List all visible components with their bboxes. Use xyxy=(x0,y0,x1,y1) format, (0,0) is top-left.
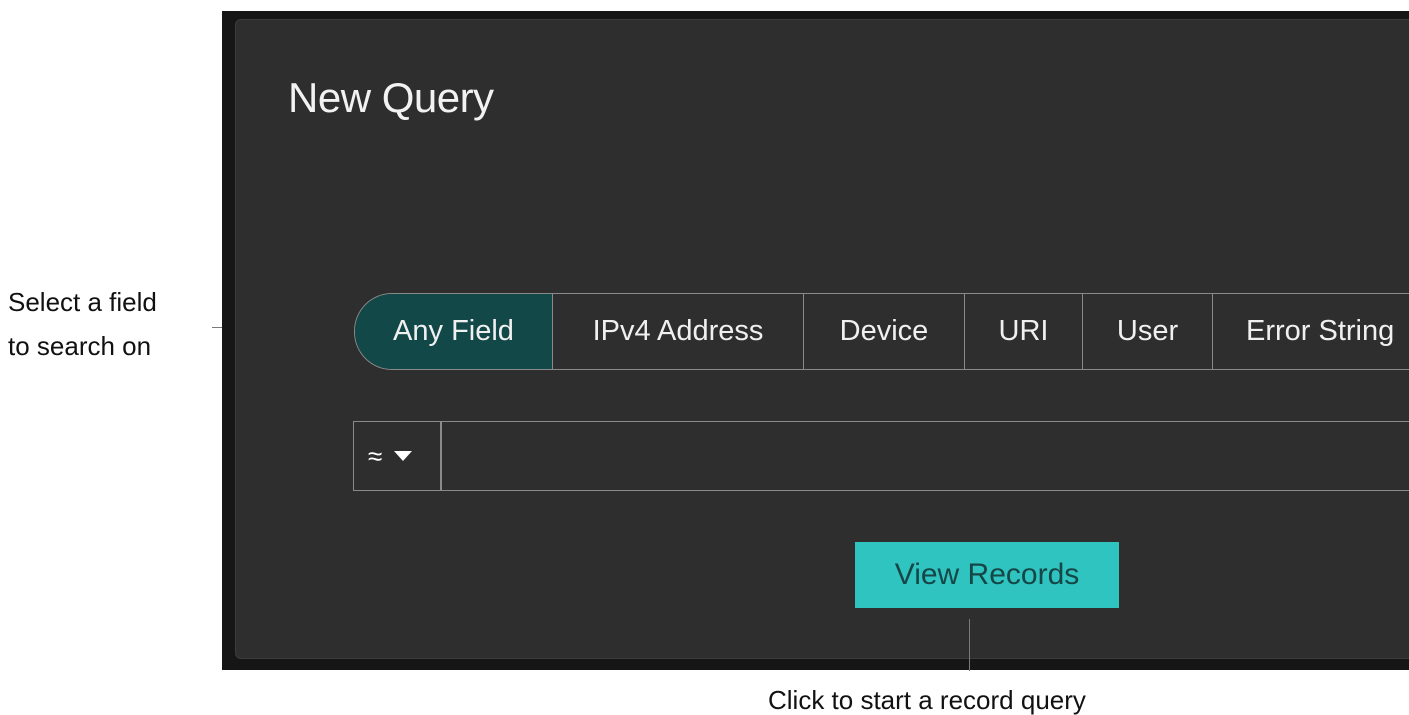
view-records-annotation: Click to start a record query xyxy=(768,685,1086,715)
field-select-annotation-line2: to search on xyxy=(8,331,152,361)
tab-any-field[interactable]: Any Field xyxy=(355,294,553,369)
documentation-figure: Select a field to search on New Query An… xyxy=(0,0,1409,715)
query-value-input[interactable] xyxy=(442,422,1409,490)
tab-uri[interactable]: URI xyxy=(965,294,1083,369)
view-records-leader-line xyxy=(969,619,970,671)
query-row: ≈ xyxy=(353,421,1409,491)
caret-down-icon xyxy=(394,451,413,461)
view-records-button[interactable]: View Records xyxy=(855,542,1119,608)
tab-error-string[interactable]: Error String xyxy=(1213,294,1409,369)
page-title: New Query xyxy=(288,74,494,121)
tab-user[interactable]: User xyxy=(1083,294,1213,369)
operator-dropdown[interactable]: ≈ xyxy=(354,422,442,490)
tab-ipv4-address[interactable]: IPv4 Address xyxy=(553,294,804,369)
approx-equal-icon: ≈ xyxy=(368,440,383,471)
field-select-annotation: Select a field to search on xyxy=(8,280,208,368)
field-selector: Any Field IPv4 Address Device URI User E… xyxy=(354,293,1409,370)
tab-device[interactable]: Device xyxy=(804,294,965,369)
field-select-annotation-line1: Select a field xyxy=(8,287,157,317)
